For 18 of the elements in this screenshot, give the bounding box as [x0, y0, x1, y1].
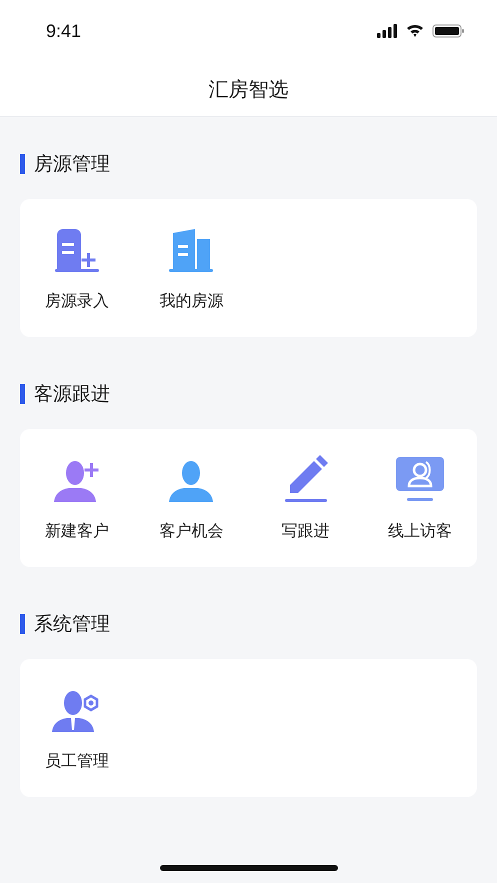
menu-item[interactable]: 我的房源: [134, 224, 248, 312]
section-title: 房源管理: [34, 152, 110, 177]
status-time: 9:41: [46, 20, 82, 42]
section-marker: [20, 154, 25, 174]
menu-item[interactable]: 房源录入: [20, 224, 134, 312]
menu-item[interactable]: 员工管理: [20, 684, 134, 772]
section-marker: [20, 384, 25, 404]
menu-item[interactable]: 写跟进: [248, 454, 363, 542]
section-title: 系统管理: [34, 612, 110, 637]
signal-icon: [377, 24, 397, 38]
menu-item[interactable]: 客户机会: [134, 454, 248, 542]
menu-item[interactable]: 线上访客: [362, 454, 477, 542]
wifi-icon: [407, 24, 423, 37]
section-title: 客源跟进: [34, 382, 110, 407]
battery-icon: [432, 24, 464, 38]
menu-item[interactable]: 新建客户: [20, 454, 134, 542]
page-title: 汇房智选: [208, 76, 288, 102]
section-marker: [20, 614, 25, 634]
